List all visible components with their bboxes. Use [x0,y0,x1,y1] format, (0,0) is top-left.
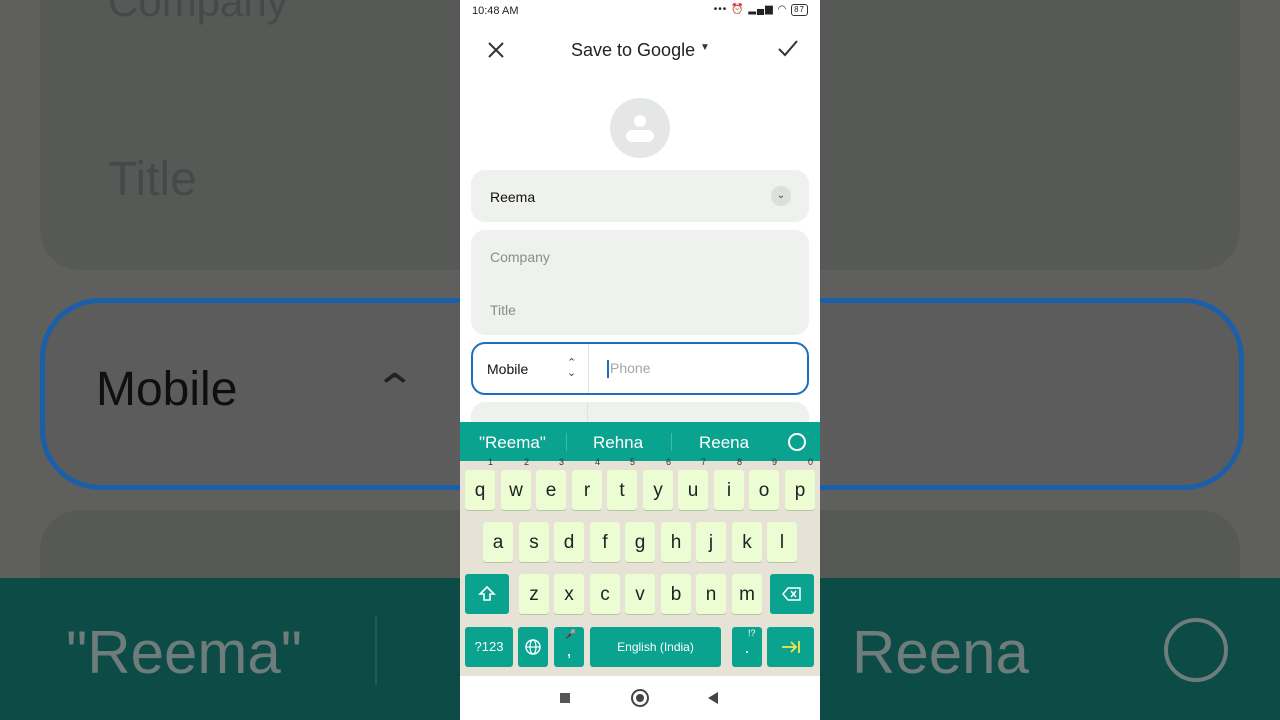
divider [588,344,589,393]
phone-screen: 10:48 AM ••• ⏰ ▂▄▆ ◠ 87 Save to Google ▼… [460,0,820,720]
suggestion-item[interactable]: Rehna [593,433,643,453]
phone-card: Mobile ⌃ ⌄ Phone [471,342,809,395]
chevron-up-down-icon[interactable]: ⌃ ⌄ [567,358,576,379]
save-destination-title[interactable]: Save to Google [571,40,695,61]
divider [671,433,672,451]
suggestion-bar: "Reema" Rehna Reena [460,422,820,461]
mic-icon: 🎤 [565,629,577,639]
key-b[interactable]: b [661,574,691,614]
bg-chevron-icon: ⌃ [372,367,417,411]
key-h[interactable]: h [661,522,691,562]
more-icon: ••• [713,4,728,15]
shift-key[interactable] [465,574,509,614]
key-u[interactable]: u7 [678,457,708,510]
name-field[interactable]: Reema ⌄ [471,170,809,222]
key-z[interactable]: z [519,574,549,614]
signal-icon: ▂▄▆ [748,4,774,15]
close-button[interactable] [484,38,508,62]
key-x[interactable]: x [554,574,584,614]
key-i[interactable]: i8 [714,457,744,510]
key-t[interactable]: t5 [607,457,637,510]
key-v[interactable]: v [625,574,655,614]
key-y[interactable]: y6 [643,457,673,510]
person-icon [626,115,654,142]
wifi-icon: ◠ [777,4,788,15]
key-o[interactable]: o9 [749,457,779,510]
bg-mobile-text: Mobile [96,363,238,416]
phone-input[interactable]: Phone [607,360,650,378]
organization-card: Company Title [471,230,809,335]
bg-suggestion-right: Reena [852,619,1029,686]
next-key[interactable] [767,627,814,667]
title-field[interactable]: Title [490,302,516,318]
bg-title-text: Title [108,153,197,206]
key-e[interactable]: e3 [536,457,566,510]
battery-icon: 87 [791,4,808,16]
key-l[interactable]: l [767,522,797,562]
caret-down-icon[interactable]: ▼ [700,42,710,53]
system-nav-bar [460,676,820,720]
bg-suggestion-left: "Reema" [66,619,303,686]
key-a[interactable]: a [483,522,513,562]
key-s[interactable]: s [519,522,549,562]
key-c[interactable]: c [590,574,620,614]
expand-name-button[interactable]: ⌄ [771,186,791,206]
key-q[interactable]: q1 [465,457,495,510]
globe-icon [525,639,541,655]
tab-next-icon [781,641,800,653]
key-f[interactable]: f [590,522,620,562]
bg-divider [375,615,377,685]
suggestion-item[interactable]: "Reema" [479,433,546,453]
keyboard: q1 w2 e3 r4 t5 y6 u7 i8 o9 p0 a s d f g … [460,457,820,676]
key-r[interactable]: r4 [572,457,602,510]
app-bar: Save to Google ▼ [460,26,820,74]
emoji-icon[interactable] [788,433,806,451]
backspace-icon [782,587,801,601]
recents-icon[interactable] [560,693,570,703]
name-value: Reema [490,189,536,205]
key-n[interactable]: n [696,574,726,614]
status-icons: ••• ⏰ ▂▄▆ ◠ 87 [714,4,808,16]
key-w[interactable]: w2 [501,457,531,510]
bg-emoji-icon [1164,618,1228,682]
bg-company-text: Company [108,0,288,25]
space-key[interactable]: English (India) [590,627,721,667]
comma-key[interactable]: 🎤 , [554,627,584,667]
close-icon [488,42,504,58]
back-icon[interactable] [708,692,718,704]
key-j[interactable]: j [696,522,726,562]
suggestion-item[interactable]: Reena [699,433,749,453]
save-button[interactable] [776,36,800,60]
divider [566,433,567,451]
company-field[interactable]: Company [490,249,550,265]
key-g[interactable]: g [625,522,655,562]
period-key[interactable]: !? . [732,627,762,667]
status-time: 10:48 AM [472,5,519,17]
check-icon [778,40,798,57]
key-m[interactable]: m [732,574,762,614]
key-d[interactable]: d [554,522,584,562]
status-bar: 10:48 AM ••• ⏰ ▂▄▆ ◠ 87 [460,0,820,22]
home-icon[interactable] [631,689,649,707]
alarm-icon: ⏰ [731,4,745,15]
language-key[interactable] [518,627,548,667]
divider [587,402,588,422]
key-k[interactable]: k [732,522,762,562]
phone-type-select[interactable]: Mobile [487,361,528,377]
key-p[interactable]: p0 [785,457,815,510]
avatar[interactable] [610,98,670,158]
backspace-key[interactable] [770,574,814,614]
chevron-down-icon: ⌄ [776,190,786,201]
symbols-key[interactable]: ?123 [465,627,513,667]
shift-icon [478,585,496,601]
